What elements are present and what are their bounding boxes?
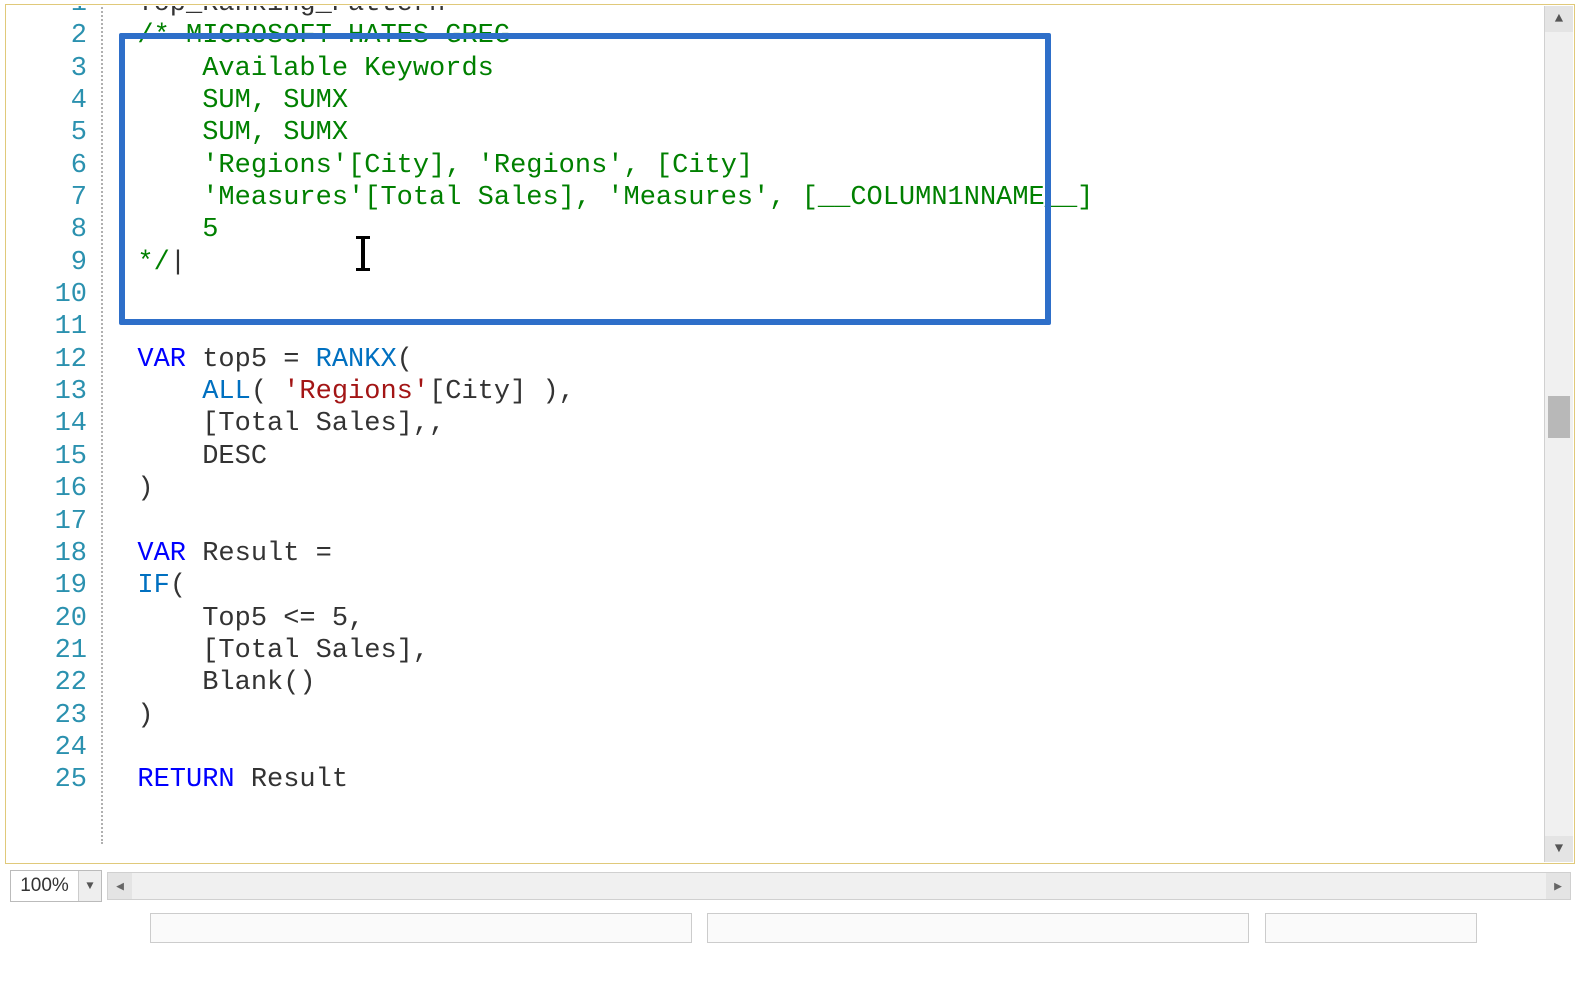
code-line[interactable]: */| bbox=[105, 247, 1544, 279]
scroll-up-arrow[interactable]: ▲ bbox=[1545, 6, 1573, 32]
code-line[interactable]: 'Regions'[City], 'Regions', [City] bbox=[105, 150, 1544, 182]
lower-panels bbox=[150, 913, 1480, 953]
line-number: 23 bbox=[7, 700, 101, 732]
code-line[interactable]: 5 bbox=[105, 214, 1544, 246]
line-number: 24 bbox=[7, 732, 101, 764]
line-number: 19 bbox=[7, 570, 101, 602]
horizontal-scroll-track[interactable] bbox=[133, 873, 1545, 899]
code-line[interactable]: VAR Result = bbox=[105, 538, 1544, 570]
code-line[interactable] bbox=[105, 506, 1544, 538]
scroll-right-arrow[interactable]: ▶ bbox=[1546, 873, 1570, 899]
line-number: 2 bbox=[7, 20, 101, 52]
code-line[interactable]: SUM, SUMX bbox=[105, 117, 1544, 149]
code-line[interactable]: IF( bbox=[105, 570, 1544, 602]
panel-2 bbox=[707, 913, 1249, 943]
line-number: 12 bbox=[7, 344, 101, 376]
code-line[interactable]: [Total Sales], bbox=[105, 635, 1544, 667]
horizontal-scrollbar[interactable]: ◀ ▶ bbox=[107, 872, 1571, 900]
code-line[interactable]: ) bbox=[105, 473, 1544, 505]
line-number: 9 bbox=[7, 247, 101, 279]
line-number: 1 bbox=[7, 6, 101, 20]
code-line[interactable]: Top_Ranking_Pattern = bbox=[105, 6, 1544, 20]
code-line[interactable]: DESC bbox=[105, 441, 1544, 473]
editor-frame: 1234567891011121314151617181920212223242… bbox=[5, 4, 1575, 864]
line-number: 18 bbox=[7, 538, 101, 570]
line-number: 17 bbox=[7, 506, 101, 538]
line-number: 20 bbox=[7, 603, 101, 635]
line-number: 4 bbox=[7, 85, 101, 117]
line-number: 16 bbox=[7, 473, 101, 505]
code-area[interactable]: Top_Ranking_Pattern = /* MICROSOFT HATES… bbox=[105, 6, 1544, 797]
code-line[interactable]: Available Keywords bbox=[105, 53, 1544, 85]
line-number: 14 bbox=[7, 408, 101, 440]
code-line[interactable] bbox=[105, 732, 1544, 764]
scroll-down-arrow[interactable]: ▼ bbox=[1545, 836, 1573, 862]
line-number: 25 bbox=[7, 764, 101, 796]
code-line[interactable]: Blank() bbox=[105, 667, 1544, 699]
line-number: 5 bbox=[7, 117, 101, 149]
line-number: 7 bbox=[7, 182, 101, 214]
zoom-combo[interactable]: 100% ▼ bbox=[10, 870, 102, 902]
panel-1 bbox=[150, 913, 692, 943]
code-line[interactable]: [Total Sales],, bbox=[105, 408, 1544, 440]
zoom-value: 100% bbox=[11, 875, 78, 897]
line-number: 11 bbox=[7, 311, 101, 343]
code-line[interactable]: RETURN Result bbox=[105, 764, 1544, 796]
line-number: 15 bbox=[7, 441, 101, 473]
code-line[interactable]: 'Measures'[Total Sales], 'Measures', [__… bbox=[105, 182, 1544, 214]
chevron-down-icon[interactable]: ▼ bbox=[78, 871, 101, 901]
code-line[interactable]: SUM, SUMX bbox=[105, 85, 1544, 117]
vertical-scroll-thumb[interactable] bbox=[1548, 396, 1570, 438]
line-number: 22 bbox=[7, 667, 101, 699]
code-line[interactable] bbox=[105, 311, 1544, 343]
panel-3 bbox=[1265, 913, 1477, 943]
line-number: 3 bbox=[7, 53, 101, 85]
code-line[interactable]: ) bbox=[105, 700, 1544, 732]
code-line[interactable]: Top5 <= 5, bbox=[105, 603, 1544, 635]
line-number: 6 bbox=[7, 150, 101, 182]
code-line[interactable]: VAR top5 = RANKX( bbox=[105, 344, 1544, 376]
line-number: 13 bbox=[7, 376, 101, 408]
line-number: 10 bbox=[7, 279, 101, 311]
code-line[interactable] bbox=[105, 279, 1544, 311]
line-number: 21 bbox=[7, 635, 101, 667]
line-number: 8 bbox=[7, 214, 101, 246]
line-number-gutter: 1234567891011121314151617181920212223242… bbox=[7, 6, 103, 844]
scroll-left-arrow[interactable]: ◀ bbox=[108, 873, 132, 899]
text-cursor bbox=[361, 237, 365, 270]
status-bar: 100% ▼ ◀ ▶ bbox=[5, 870, 1575, 902]
code-line[interactable]: ALL( 'Regions'[City] ), bbox=[105, 376, 1544, 408]
vertical-scrollbar[interactable]: ▲ ▼ bbox=[1544, 6, 1573, 862]
editor[interactable]: 1234567891011121314151617181920212223242… bbox=[7, 6, 1544, 862]
code-line[interactable]: /* MICROSOFT HATES GREG bbox=[105, 20, 1544, 52]
